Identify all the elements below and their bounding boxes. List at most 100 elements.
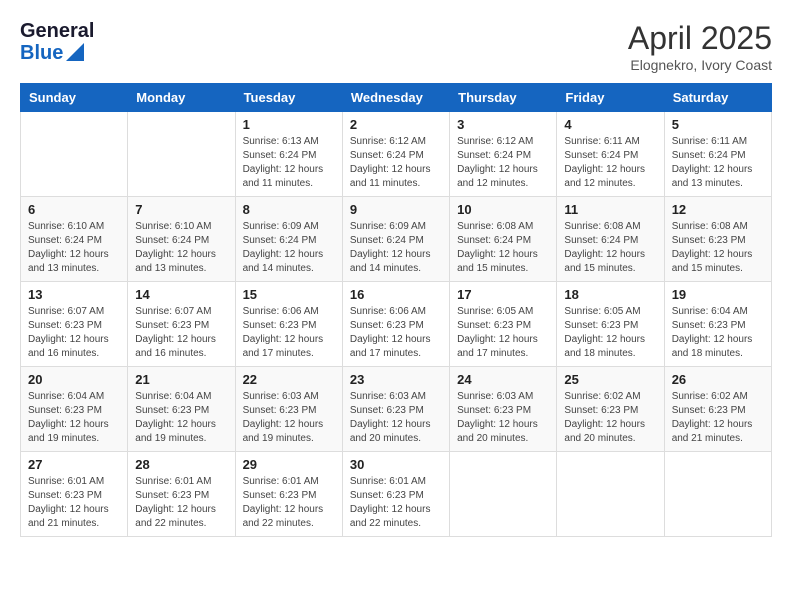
weekday-header-row: SundayMondayTuesdayWednesdayThursdayFrid… — [21, 84, 772, 112]
day-info: Sunrise: 6:02 AM Sunset: 6:23 PM Dayligh… — [564, 390, 656, 446]
calendar-cell — [557, 452, 664, 537]
day-number: 5 — [672, 117, 764, 132]
day-number: 12 — [672, 202, 764, 217]
logo-general: General — [20, 20, 94, 42]
day-info: Sunrise: 6:07 AM Sunset: 6:23 PM Dayligh… — [28, 305, 120, 361]
calendar-cell: 20 Sunrise: 6:04 AM Sunset: 6:23 PM Dayli… — [21, 367, 128, 452]
calendar-cell: 23 Sunrise: 6:03 AM Sunset: 6:23 PM Dayli… — [342, 367, 449, 452]
calendar-cell: 30 Sunrise: 6:01 AM Sunset: 6:23 PM Dayli… — [342, 452, 449, 537]
day-info: Sunrise: 6:01 AM Sunset: 6:23 PM Dayligh… — [350, 475, 442, 531]
day-info: Sunrise: 6:07 AM Sunset: 6:23 PM Dayligh… — [135, 305, 227, 361]
calendar-cell: 17Sunrise: 6:05 AM Sunset: 6:23 PM Dayli… — [450, 282, 557, 367]
day-info: Sunrise: 6:06 AM Sunset: 6:23 PM Dayligh… — [243, 305, 335, 361]
calendar-cell: 16Sunrise: 6:06 AM Sunset: 6:23 PM Dayli… — [342, 282, 449, 367]
calendar-week-row: 6 Sunrise: 6:10 AM Sunset: 6:24 PM Daylig… — [21, 197, 772, 282]
day-info: Sunrise: 6:01 AM Sunset: 6:23 PM Dayligh… — [243, 475, 335, 531]
calendar-cell: 15 Sunrise: 6:06 AM Sunset: 6:23 PM Dayli… — [235, 282, 342, 367]
day-info: Sunrise: 6:01 AM Sunset: 6:23 PM Dayligh… — [135, 475, 227, 531]
day-info: Sunrise: 6:03 AM Sunset: 6:23 PM Dayligh… — [243, 390, 335, 446]
day-info: Sunrise: 6:12 AM Sunset: 6:24 PM Dayligh… — [350, 135, 442, 191]
day-info: Sunrise: 6:08 AM Sunset: 6:24 PM Dayligh… — [564, 220, 656, 276]
calendar-cell: 14 Sunrise: 6:07 AM Sunset: 6:23 PM Dayli… — [128, 282, 235, 367]
calendar-cell — [450, 452, 557, 537]
day-number: 18 — [564, 287, 656, 302]
day-number: 25 — [564, 372, 656, 387]
day-info: Sunrise: 6:02 AM Sunset: 6:23 PM Dayligh… — [672, 390, 764, 446]
calendar-cell: 11 Sunrise: 6:08 AM Sunset: 6:24 PM Dayli… — [557, 197, 664, 282]
day-info: Sunrise: 6:10 AM Sunset: 6:24 PM Dayligh… — [28, 220, 120, 276]
day-number: 4 — [564, 117, 656, 132]
calendar-cell — [128, 112, 235, 197]
day-number: 20 — [28, 372, 120, 387]
calendar-cell — [664, 452, 771, 537]
page-header: General Blue April 2025 Elognekro, Ivory… — [20, 20, 772, 73]
calendar-week-row: 20 Sunrise: 6:04 AM Sunset: 6:23 PM Dayli… — [21, 367, 772, 452]
day-info: Sunrise: 6:03 AM Sunset: 6:23 PM Dayligh… — [457, 390, 549, 446]
day-number: 9 — [350, 202, 442, 217]
calendar-cell: 26Sunrise: 6:02 AM Sunset: 6:23 PM Dayli… — [664, 367, 771, 452]
logo-blue: Blue — [20, 42, 63, 64]
day-number: 10 — [457, 202, 549, 217]
calendar-cell: 12 Sunrise: 6:08 AM Sunset: 6:23 PM Dayli… — [664, 197, 771, 282]
day-number: 29 — [243, 457, 335, 472]
weekday-header-tuesday: Tuesday — [235, 84, 342, 112]
calendar-cell: 25 Sunrise: 6:02 AM Sunset: 6:23 PM Dayli… — [557, 367, 664, 452]
calendar-cell: 10Sunrise: 6:08 AM Sunset: 6:24 PM Dayli… — [450, 197, 557, 282]
day-number: 3 — [457, 117, 549, 132]
day-info: Sunrise: 6:10 AM Sunset: 6:24 PM Dayligh… — [135, 220, 227, 276]
day-info: Sunrise: 6:08 AM Sunset: 6:23 PM Dayligh… — [672, 220, 764, 276]
calendar-cell: 24 Sunrise: 6:03 AM Sunset: 6:23 PM Dayli… — [450, 367, 557, 452]
calendar-cell: 21Sunrise: 6:04 AM Sunset: 6:23 PM Dayli… — [128, 367, 235, 452]
day-info: Sunrise: 6:11 AM Sunset: 6:24 PM Dayligh… — [564, 135, 656, 191]
calendar-cell: 13Sunrise: 6:07 AM Sunset: 6:23 PM Dayli… — [21, 282, 128, 367]
day-number: 16 — [350, 287, 442, 302]
weekday-header-thursday: Thursday — [450, 84, 557, 112]
day-info: Sunrise: 6:13 AM Sunset: 6:24 PM Dayligh… — [243, 135, 335, 191]
calendar-week-row: 13Sunrise: 6:07 AM Sunset: 6:23 PM Dayli… — [21, 282, 772, 367]
day-number: 2 — [350, 117, 442, 132]
day-number: 17 — [457, 287, 549, 302]
day-number: 8 — [243, 202, 335, 217]
day-info: Sunrise: 6:09 AM Sunset: 6:24 PM Dayligh… — [350, 220, 442, 276]
day-info: Sunrise: 6:03 AM Sunset: 6:23 PM Dayligh… — [350, 390, 442, 446]
weekday-header-wednesday: Wednesday — [342, 84, 449, 112]
calendar-cell: 4 Sunrise: 6:11 AM Sunset: 6:24 PM Daylig… — [557, 112, 664, 197]
calendar-cell: 18 Sunrise: 6:05 AM Sunset: 6:23 PM Dayli… — [557, 282, 664, 367]
day-number: 30 — [350, 457, 442, 472]
day-number: 7 — [135, 202, 227, 217]
day-info: Sunrise: 6:05 AM Sunset: 6:23 PM Dayligh… — [564, 305, 656, 361]
day-number: 28 — [135, 457, 227, 472]
day-info: Sunrise: 6:09 AM Sunset: 6:24 PM Dayligh… — [243, 220, 335, 276]
day-number: 23 — [350, 372, 442, 387]
calendar-cell: 1 Sunrise: 6:13 AM Sunset: 6:24 PM Daylig… — [235, 112, 342, 197]
weekday-header-sunday: Sunday — [21, 84, 128, 112]
location-subtitle: Elognekro, Ivory Coast — [628, 57, 772, 73]
day-number: 24 — [457, 372, 549, 387]
day-info: Sunrise: 6:04 AM Sunset: 6:23 PM Dayligh… — [135, 390, 227, 446]
calendar-cell: 27Sunrise: 6:01 AM Sunset: 6:23 PM Dayli… — [21, 452, 128, 537]
title-area: April 2025 Elognekro, Ivory Coast — [628, 20, 772, 73]
day-number: 15 — [243, 287, 335, 302]
calendar-cell — [21, 112, 128, 197]
day-number: 22 — [243, 372, 335, 387]
calendar-cell: 19Sunrise: 6:04 AM Sunset: 6:23 PM Dayli… — [664, 282, 771, 367]
calendar-cell: 2 Sunrise: 6:12 AM Sunset: 6:24 PM Daylig… — [342, 112, 449, 197]
calendar-cell: 5Sunrise: 6:11 AM Sunset: 6:24 PM Daylig… — [664, 112, 771, 197]
weekday-header-saturday: Saturday — [664, 84, 771, 112]
day-number: 6 — [28, 202, 120, 217]
month-title: April 2025 — [628, 20, 772, 57]
weekday-header-monday: Monday — [128, 84, 235, 112]
day-info: Sunrise: 6:04 AM Sunset: 6:23 PM Dayligh… — [28, 390, 120, 446]
calendar-cell: 29 Sunrise: 6:01 AM Sunset: 6:23 PM Dayli… — [235, 452, 342, 537]
calendar-week-row: 1 Sunrise: 6:13 AM Sunset: 6:24 PM Daylig… — [21, 112, 772, 197]
calendar-cell: 3Sunrise: 6:12 AM Sunset: 6:24 PM Daylig… — [450, 112, 557, 197]
calendar-cell: 22 Sunrise: 6:03 AM Sunset: 6:23 PM Dayli… — [235, 367, 342, 452]
day-number: 14 — [135, 287, 227, 302]
day-number: 27 — [28, 457, 120, 472]
calendar-cell: 8 Sunrise: 6:09 AM Sunset: 6:24 PM Daylig… — [235, 197, 342, 282]
logo-icon — [66, 43, 84, 61]
day-info: Sunrise: 6:04 AM Sunset: 6:23 PM Dayligh… — [672, 305, 764, 361]
calendar-week-row: 27 Sunrise: 6:01 AM Sunset: 6:23 PM Dayli… — [21, 452, 772, 537]
day-number: 1 — [243, 117, 335, 132]
day-number: 11 — [564, 202, 656, 217]
